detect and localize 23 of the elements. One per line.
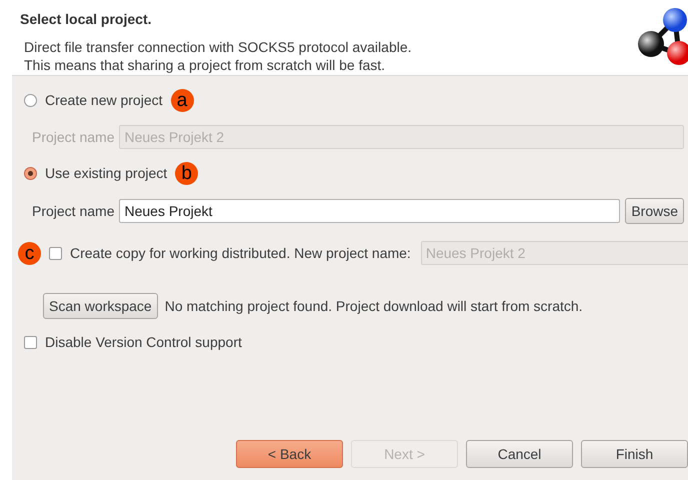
- checkbox-label: Create copy for working distributed. New project name:: [70, 245, 411, 261]
- annotation-badge: b: [175, 162, 198, 184]
- annotation-badge: a: [170, 88, 194, 112]
- status-message: No matching project found. Project download will start from scratch.: [164, 298, 583, 314]
- option-label: Create new project: [45, 92, 163, 108]
- molecule-icon: [635, 6, 688, 68]
- description-text: Direct file transfer connection with SOCKS5 protocol available. This means that sharing a project from scratch will be fast.: [24, 38, 412, 74]
- scan-workspace-button[interactable]: Scan workspace: [43, 293, 158, 319]
- dialog-button[interactable]: Cancel: [466, 440, 573, 468]
- page-title: Select local project.: [20, 11, 152, 27]
- field-label: Project name: [32, 129, 114, 145]
- radio-button[interactable]: [24, 166, 37, 180]
- annotation-badge: c: [18, 242, 41, 264]
- dialog-button[interactable]: Finish: [581, 440, 688, 468]
- radio-button[interactable]: [24, 94, 37, 106]
- option-label: Use existing project: [45, 165, 168, 181]
- field-label: Project name: [32, 203, 114, 219]
- checkbox[interactable]: [49, 246, 62, 260]
- dialog-button[interactable]: < Back: [236, 440, 343, 468]
- checkbox[interactable]: [24, 336, 37, 348]
- browse-button[interactable]: Browse: [625, 198, 684, 224]
- project-name-field[interactable]: Neues Projekt: [119, 199, 620, 223]
- checkbox-label: Disable Version Control support: [45, 334, 242, 350]
